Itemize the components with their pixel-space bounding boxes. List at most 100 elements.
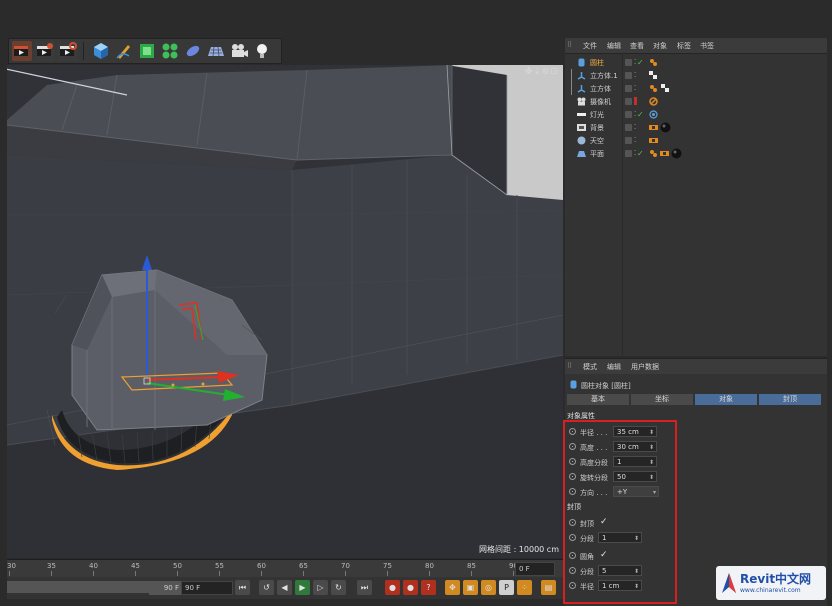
camera-icon — [577, 97, 586, 106]
cube-null-icon — [577, 85, 586, 93]
sky-icon — [577, 136, 586, 145]
transport-bar: 90 F 90 F ⏮ ↺ ◀ ▶ ▷ ↻ ⏭ ● ● ? ✥ ▣ ◎ P ⁘ … — [7, 577, 563, 599]
tick-label: 35 — [47, 562, 56, 570]
watermark-text: Revit中文网 — [740, 572, 812, 586]
menu-mode[interactable]: 模式 — [583, 362, 597, 372]
menu-file[interactable]: 文件 — [583, 41, 597, 51]
light-bulb-icon[interactable] — [252, 41, 272, 61]
enabled-check-icon[interactable]: ✓ — [637, 110, 646, 119]
tab-coord[interactable]: 坐标 — [631, 394, 693, 405]
object-row-light[interactable]: 灯光 ⁚ ✓ — [565, 108, 827, 121]
key-selection-icon[interactable]: ? — [421, 580, 436, 595]
menu-view[interactable]: 查看 — [630, 41, 644, 51]
protection-tag-icon[interactable] — [649, 97, 658, 106]
object-row-plane[interactable]: 平面 ⁚ ✓ — [565, 147, 827, 160]
param-key-icon[interactable]: P — [499, 580, 514, 595]
auto-key-icon[interactable]: ● — [403, 580, 418, 595]
play-icon[interactable]: ▶ — [295, 580, 310, 595]
scale-key-icon[interactable]: ▣ — [463, 580, 478, 595]
step-back-icon[interactable]: ◀ — [277, 580, 292, 595]
visibility-icon[interactable]: ⁚ — [634, 71, 643, 80]
material-ball-icon[interactable] — [660, 122, 671, 133]
render-settings-icon[interactable] — [58, 41, 78, 61]
go-to-start-icon[interactable]: ⏮ — [235, 580, 250, 595]
tick-label: 65 — [299, 562, 308, 570]
watermark-url: www.chinarevit.com — [740, 587, 801, 594]
compositing-tag-icon[interactable] — [649, 123, 658, 132]
object-row-cylinder[interactable]: 圆柱 ⁚ ✓ — [565, 56, 827, 69]
cylinder-icon — [578, 58, 585, 67]
object-name: 摄像机 — [590, 98, 611, 106]
menu-user-data[interactable]: 用户数据 — [631, 362, 659, 372]
cube-null-icon — [577, 72, 586, 80]
tick-label: 80 — [425, 562, 434, 570]
material-ball-icon[interactable] — [671, 148, 682, 159]
menu-edit[interactable]: 编辑 — [607, 41, 621, 51]
compositing-tag-icon[interactable] — [649, 136, 658, 145]
menu-edit[interactable]: 编辑 — [607, 362, 621, 372]
compositing-tag-icon[interactable] — [660, 149, 669, 158]
record-key-icon[interactable]: ● — [385, 580, 400, 595]
timeline-ruler[interactable]: 30 35 40 45 50 55 60 65 70 75 80 85 90 0… — [7, 559, 563, 577]
enabled-check-icon[interactable]: ✓ — [637, 58, 646, 67]
visibility-icon[interactable]: ⁚ — [634, 84, 643, 93]
tick-label: 75 — [383, 562, 392, 570]
visibility-icon[interactable]: ⁚ — [634, 136, 643, 145]
current-frame-field[interactable]: 0 F — [515, 562, 555, 576]
timeline-icon[interactable]: ▤ — [541, 580, 556, 595]
3d-viewport[interactable]: ✥⇣⊚⊡ 网格间距 : 10000 cm — [7, 65, 563, 558]
menu-objects[interactable]: 对象 — [653, 41, 667, 51]
cylinder-icon — [570, 380, 577, 389]
cube-icon[interactable] — [91, 41, 111, 61]
object-name: 圆柱 — [590, 59, 604, 67]
target-tag-icon[interactable] — [649, 110, 658, 119]
deformer-icon[interactable] — [183, 41, 203, 61]
object-row-background[interactable]: 背景 ⁚ — [565, 121, 827, 134]
phong-tag-icon[interactable] — [649, 58, 658, 67]
render-picture-viewer-icon[interactable] — [35, 41, 55, 61]
object-name: 平面 — [590, 150, 604, 158]
render-view-icon[interactable] — [12, 41, 32, 61]
phong-tag-icon[interactable] — [649, 84, 658, 93]
grip-icon: ⠿ — [567, 362, 573, 370]
object-name: 灯光 — [590, 111, 604, 119]
tick-label: 55 — [215, 562, 224, 570]
next-key-icon[interactable]: ↻ — [331, 580, 346, 595]
array-cloner-icon[interactable] — [160, 41, 180, 61]
menu-bookmarks[interactable]: 书签 — [700, 41, 714, 51]
tab-basic[interactable]: 基本 — [567, 394, 629, 405]
phong-tag-icon[interactable] — [649, 149, 658, 158]
rotate-key-icon[interactable]: ◎ — [481, 580, 496, 595]
light-icon — [577, 113, 586, 116]
texture-tag-icon[interactable] — [649, 71, 658, 80]
step-forward-icon[interactable]: ▷ — [313, 580, 328, 595]
object-row-cube[interactable]: 立方体 ⁚ — [565, 82, 827, 95]
end-frame-field[interactable]: 90 F — [181, 581, 233, 595]
visibility-icon[interactable]: ⁚ — [634, 123, 643, 132]
attribute-menubar: ⠿ 模式 编辑 用户数据 — [565, 359, 827, 374]
object-row-sky[interactable]: 天空 ⁚ — [565, 134, 827, 147]
menu-tags[interactable]: 标签 — [677, 41, 691, 51]
camera-icon[interactable] — [229, 41, 249, 61]
range-end-field[interactable]: 90 F — [149, 581, 183, 595]
enabled-check-icon[interactable]: ✓ — [637, 149, 646, 158]
texture-tag-icon[interactable] — [661, 84, 670, 93]
subdivision-surface-icon[interactable] — [137, 41, 157, 61]
watermark-logo: Revit中文网 www.chinarevit.com — [716, 566, 826, 600]
object-row-camera[interactable]: 摄像机 — [565, 95, 827, 108]
visibility-red-icon[interactable] — [634, 97, 637, 105]
revit-logo-icon — [722, 573, 736, 593]
go-to-end-icon[interactable]: ⏭ — [357, 580, 372, 595]
tab-object[interactable]: 对象 — [695, 394, 757, 405]
previous-key-icon[interactable]: ↺ — [259, 580, 274, 595]
floor-grid-icon[interactable] — [206, 41, 226, 61]
pen-spline-icon[interactable] — [114, 41, 134, 61]
tick-label: 40 — [89, 562, 98, 570]
background-icon — [577, 124, 586, 131]
point-level-icon[interactable]: ⁘ — [517, 580, 532, 595]
tab-caps[interactable]: 封顶 — [759, 394, 821, 405]
viewport-navigation-icons[interactable]: ✥⇣⊚⊡ — [525, 67, 559, 77]
move-key-icon[interactable]: ✥ — [445, 580, 460, 595]
object-row-cube-1[interactable]: 立方体.1 ⁚ — [565, 69, 827, 82]
object-name: 天空 — [590, 137, 604, 145]
